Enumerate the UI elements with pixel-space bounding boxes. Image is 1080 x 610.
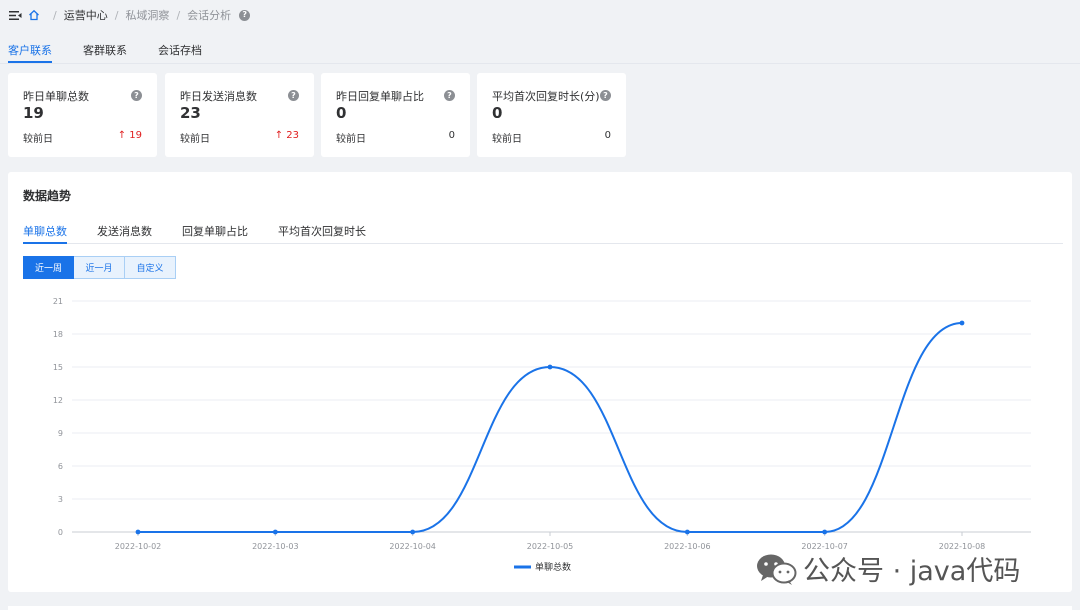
x-tick-label: 2022-10-03 (252, 542, 299, 551)
data-point (410, 529, 416, 535)
watermark: 公众号 · java代码 (755, 549, 1020, 588)
x-tick-label: 2022-10-05 (527, 542, 574, 551)
y-tick-label: 18 (53, 330, 63, 339)
data-point (547, 364, 553, 370)
line-chart: 0 3 6 9 12 15 18 21 2022-10-02 2022-10-03 2022-10-… (53, 297, 1031, 573)
y-tick-label: 15 (53, 363, 63, 372)
y-tick-label: 6 (58, 462, 63, 471)
watermark-text: 公众号 · java代码 (803, 556, 1021, 587)
data-point (272, 529, 278, 535)
series-line (138, 322, 963, 533)
y-tick-label: 12 (53, 396, 63, 405)
bottom-panel (8, 606, 1072, 610)
y-tick-label: 9 (58, 429, 63, 438)
x-tick-label: 2022-10-02 (115, 542, 162, 551)
y-tick-label: 3 (58, 495, 63, 504)
y-tick-label: 0 (58, 528, 63, 537)
data-point (959, 320, 965, 326)
x-tick-label: 2022-10-04 (389, 542, 436, 551)
wechat-logo-icon (755, 552, 797, 586)
data-point (135, 529, 141, 535)
y-tick-label: 21 (53, 297, 63, 306)
data-point (684, 529, 690, 535)
x-tick-label: 2022-10-06 (664, 542, 711, 551)
legend-label: 单聊总数 (535, 561, 571, 573)
data-point (822, 529, 828, 535)
